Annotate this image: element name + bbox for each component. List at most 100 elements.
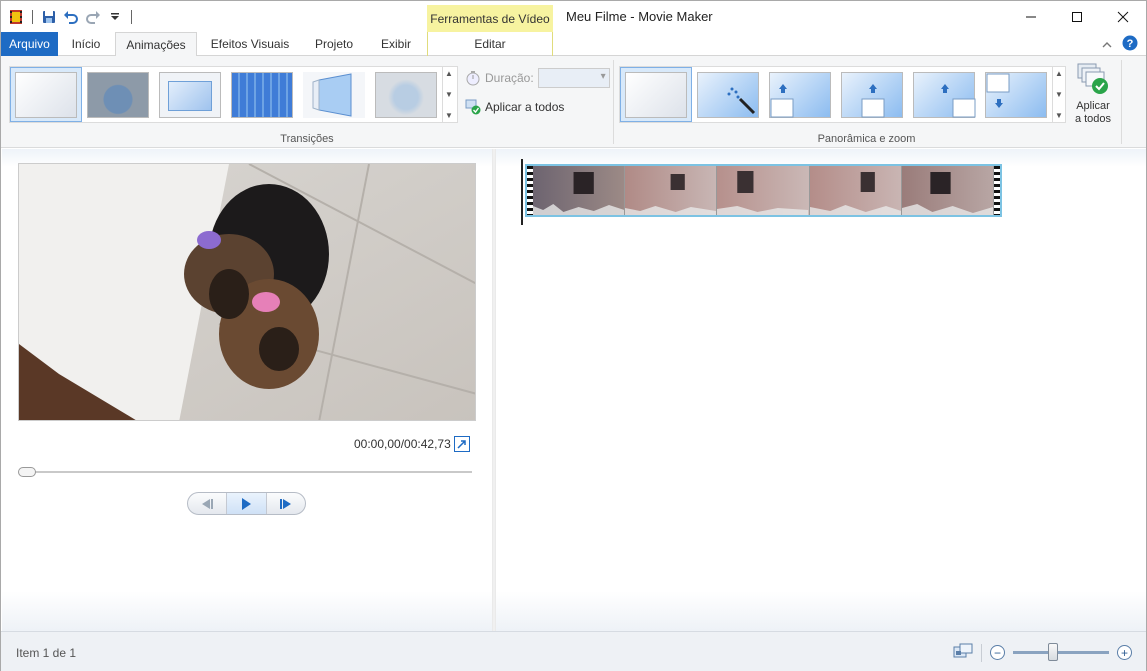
play-button[interactable]	[227, 493, 267, 514]
close-button[interactable]	[1100, 1, 1146, 32]
transition-page-turn[interactable]	[298, 67, 370, 122]
window-controls	[1008, 1, 1146, 32]
apply-all-line2: a todos	[1074, 113, 1112, 125]
previous-frame-icon	[202, 498, 214, 509]
pan-zoom-gallery: ▲ ▼ ▼	[619, 66, 1066, 123]
seek-bar-thumb[interactable]	[18, 467, 36, 477]
transitions-group-label: Transições	[280, 133, 334, 145]
video-preview[interactable]	[18, 163, 476, 421]
apply-all-transitions[interactable]: Aplicar a todos	[465, 99, 564, 115]
transition-mosaic[interactable]	[226, 67, 298, 122]
transition-zoom-box[interactable]	[154, 67, 226, 122]
qat-divider-end	[131, 10, 132, 24]
zoom-slider-thumb[interactable]	[1048, 643, 1059, 661]
preview-pane: 00:00,00/00:42,73	[2, 149, 492, 631]
tab-inicio[interactable]: Início	[60, 32, 112, 56]
pane-bottom-shading	[2, 591, 492, 631]
previous-frame-button[interactable]	[188, 493, 228, 514]
gallery-more-icon[interactable]: ▼	[1055, 111, 1063, 120]
fullscreen-preview-button[interactable]	[454, 436, 470, 452]
pan-zoom-automatic[interactable]	[692, 67, 764, 122]
tab-efeitos-visuais[interactable]: Efeitos Visuais	[201, 32, 299, 56]
apply-all-label: Aplicar a todos	[485, 100, 565, 114]
title-bar: Ferramentas de Vídeo Meu Filme - Movie M…	[1, 1, 1146, 32]
duration-dropdown[interactable]	[537, 68, 610, 88]
maximize-button[interactable]	[1054, 1, 1100, 32]
gallery-more-icon[interactable]: ▼	[445, 111, 453, 120]
next-frame-button[interactable]	[267, 493, 305, 514]
clip-frame	[717, 166, 810, 215]
item-count-text: Item 1 de 1	[16, 646, 77, 660]
duration-control: Duração:	[465, 68, 610, 88]
customize-qat-icon[interactable]	[106, 8, 124, 26]
scroll-up-icon[interactable]: ▲	[1055, 69, 1063, 78]
clip-frame	[901, 166, 995, 215]
minimize-ribbon-icon[interactable]	[1102, 38, 1112, 52]
help-area: ?	[1102, 35, 1138, 54]
scroll-down-icon[interactable]: ▼	[1055, 90, 1063, 99]
playback-timecode: 00:00,00/00:42,73	[354, 437, 451, 451]
qat-divider	[32, 10, 33, 24]
pan-zoom-up-right[interactable]	[908, 67, 980, 122]
ribbon-group-divider	[1121, 60, 1122, 144]
svg-text:?: ?	[1127, 38, 1134, 50]
video-clip[interactable]	[525, 164, 1002, 217]
apply-all-icon	[465, 99, 481, 115]
pan-zoom-group-label: Panorâmica e zoom	[817, 133, 916, 145]
pan-zoom-down[interactable]	[980, 67, 1052, 122]
play-icon	[242, 497, 252, 510]
storyboard-pane[interactable]	[496, 149, 1146, 631]
clip-frame	[625, 166, 718, 215]
scroll-down-icon[interactable]: ▼	[445, 90, 453, 99]
status-divider	[981, 643, 982, 662]
stopwatch-icon	[466, 71, 480, 86]
playback-controls	[187, 492, 306, 515]
zoom-slider[interactable]	[1013, 643, 1109, 661]
next-frame-icon	[279, 498, 291, 509]
transition-blur-fade[interactable]	[370, 67, 442, 122]
redo-icon[interactable]	[84, 8, 102, 26]
expand-icon	[457, 440, 466, 449]
minimize-button[interactable]	[1008, 1, 1054, 32]
app-filmstrip-icon[interactable]	[7, 8, 25, 26]
thumbnail-size-icon[interactable]	[953, 643, 973, 662]
scroll-up-icon[interactable]: ▲	[445, 69, 453, 78]
tab-projeto[interactable]: Projeto	[303, 32, 365, 56]
tab-exibir[interactable]: Exibir	[367, 32, 425, 56]
quick-access-toolbar	[7, 7, 135, 27]
transitions-gallery-scroll[interactable]: ▲ ▼ ▼	[442, 67, 455, 122]
transitions-gallery: ▲ ▼ ▼	[9, 66, 458, 123]
pan-zoom-up-left[interactable]	[764, 67, 836, 122]
playhead-indicator[interactable]	[521, 159, 523, 225]
pan-zoom-up-center[interactable]	[836, 67, 908, 122]
apply-all-pan-zoom-button[interactable]: Aplicar a todos	[1067, 62, 1119, 126]
ribbon-tabs: Arquivo Início Animações Efeitos Visuais…	[1, 32, 1146, 57]
ribbon-panel: ▲ ▼ ▼ Duração: Aplicar a todos Transiçõe…	[1, 56, 1146, 148]
zoom-out-button[interactable]: −	[990, 645, 1005, 660]
video-tools-context-header: Ferramentas de Vídeo	[427, 5, 553, 32]
seek-bar[interactable]	[22, 471, 472, 473]
apply-all-line1: Aplicar	[1076, 100, 1110, 112]
clip-frame	[533, 166, 626, 215]
tab-arquivo[interactable]: Arquivo	[1, 32, 58, 56]
pane-bottom-shading	[496, 591, 1146, 631]
pan-zoom-group: ▲ ▼ ▼ Panorâmica e zoom	[614, 56, 1119, 148]
help-icon[interactable]: ?	[1122, 35, 1138, 54]
transitions-group: ▲ ▼ ▼ Duração: Aplicar a todos Transiçõe…	[1, 56, 613, 148]
clip-frame	[809, 166, 902, 215]
zoom-in-button[interactable]: +	[1117, 645, 1132, 660]
duration-label: Duração:	[485, 71, 534, 85]
undo-icon[interactable]	[62, 8, 80, 26]
film-sprocket-right	[994, 166, 1001, 215]
transition-none[interactable]	[10, 67, 82, 122]
pan-zoom-none[interactable]	[620, 67, 692, 122]
video-frame-image	[19, 164, 475, 420]
save-icon[interactable]	[40, 8, 58, 26]
tab-editar[interactable]: Editar	[427, 32, 553, 56]
apply-all-large-icon	[1077, 63, 1108, 94]
transition-crossfade[interactable]	[82, 67, 154, 122]
tab-animacoes[interactable]: Animações	[115, 32, 197, 57]
pan-zoom-gallery-scroll[interactable]: ▲ ▼ ▼	[1052, 67, 1065, 122]
window-title: Meu Filme - Movie Maker	[566, 9, 713, 24]
movie-maker-window: Ferramentas de Vídeo Meu Filme - Movie M…	[0, 0, 1147, 671]
